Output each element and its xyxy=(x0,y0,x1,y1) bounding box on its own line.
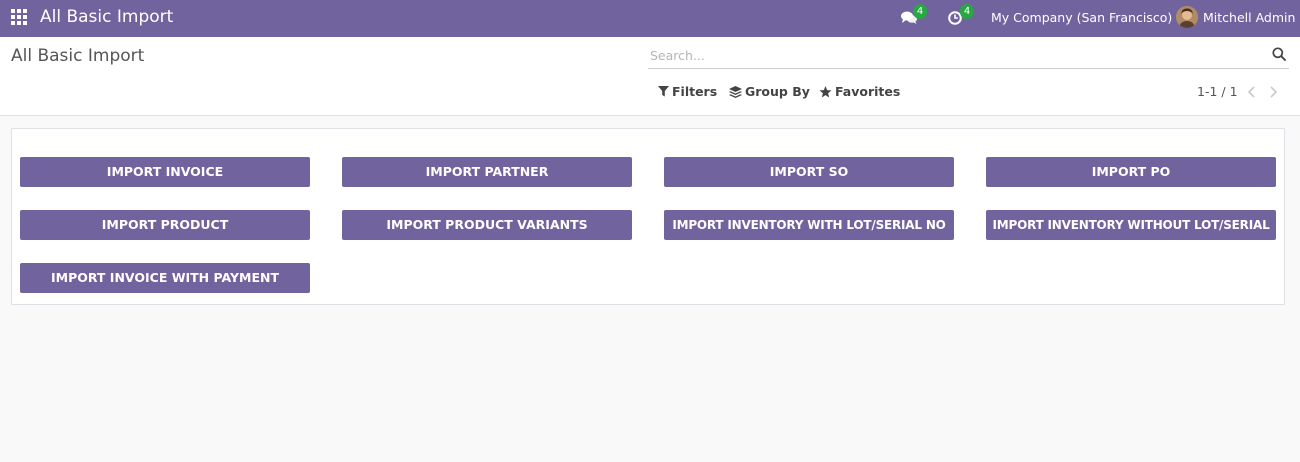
search-bar xyxy=(648,42,1289,69)
control-panel: All Basic Import Filters Group By Favori… xyxy=(0,37,1300,116)
import-partner-button[interactable]: IMPORT PARTNER xyxy=(342,157,632,187)
import-product-button[interactable]: IMPORT PRODUCT xyxy=(20,210,310,240)
group-by-label: Group By xyxy=(745,84,810,99)
apps-menu-icon[interactable] xyxy=(11,9,27,25)
user-name: Mitchell Admin xyxy=(1203,10,1296,25)
filter-icon xyxy=(658,86,669,97)
import-inventory-with-lot-button[interactable]: IMPORT INVENTORY WITH LOT/SERIAL NO xyxy=(664,210,954,240)
app-title[interactable]: All Basic Import xyxy=(40,7,173,27)
import-product-variants-button[interactable]: IMPORT PRODUCT VARIANTS xyxy=(342,210,632,240)
pager-value[interactable]: 1-1 / 1 xyxy=(1197,84,1238,99)
activities-button[interactable]: 4 xyxy=(948,4,982,30)
avatar xyxy=(1176,6,1198,28)
chevron-right-icon xyxy=(1270,86,1278,98)
filters-label: Filters xyxy=(672,84,718,99)
import-buttons-panel: IMPORT INVOICE IMPORT PARTNER IMPORT SO … xyxy=(11,128,1285,305)
pager-next-button[interactable] xyxy=(1266,84,1280,100)
company-switcher[interactable]: My Company (San Francisco) xyxy=(991,10,1172,25)
favorites-label: Favorites xyxy=(835,84,901,99)
messages-button[interactable]: 4 xyxy=(901,4,935,30)
chevron-left-icon xyxy=(1247,86,1255,98)
star-icon xyxy=(819,86,832,98)
top-navbar: All Basic Import 4 4 My Company (San Fra… xyxy=(0,0,1300,37)
search-input[interactable] xyxy=(650,45,1250,65)
layers-icon xyxy=(729,86,742,98)
import-po-button[interactable]: IMPORT PO xyxy=(986,157,1276,187)
messages-count-badge: 4 xyxy=(913,4,927,19)
import-invoice-button[interactable]: IMPORT INVOICE xyxy=(20,157,310,187)
import-so-button[interactable]: IMPORT SO xyxy=(664,157,954,187)
import-invoice-with-payment-button[interactable]: IMPORT INVOICE WITH PAYMENT xyxy=(20,263,310,293)
search-icon[interactable] xyxy=(1272,47,1286,61)
breadcrumb: All Basic Import xyxy=(11,46,145,66)
pager-previous-button[interactable] xyxy=(1245,84,1259,100)
activities-count-badge: 4 xyxy=(960,4,974,19)
import-inventory-without-lot-button[interactable]: IMPORT INVENTORY WITHOUT LOT/SERIAL xyxy=(986,210,1276,240)
